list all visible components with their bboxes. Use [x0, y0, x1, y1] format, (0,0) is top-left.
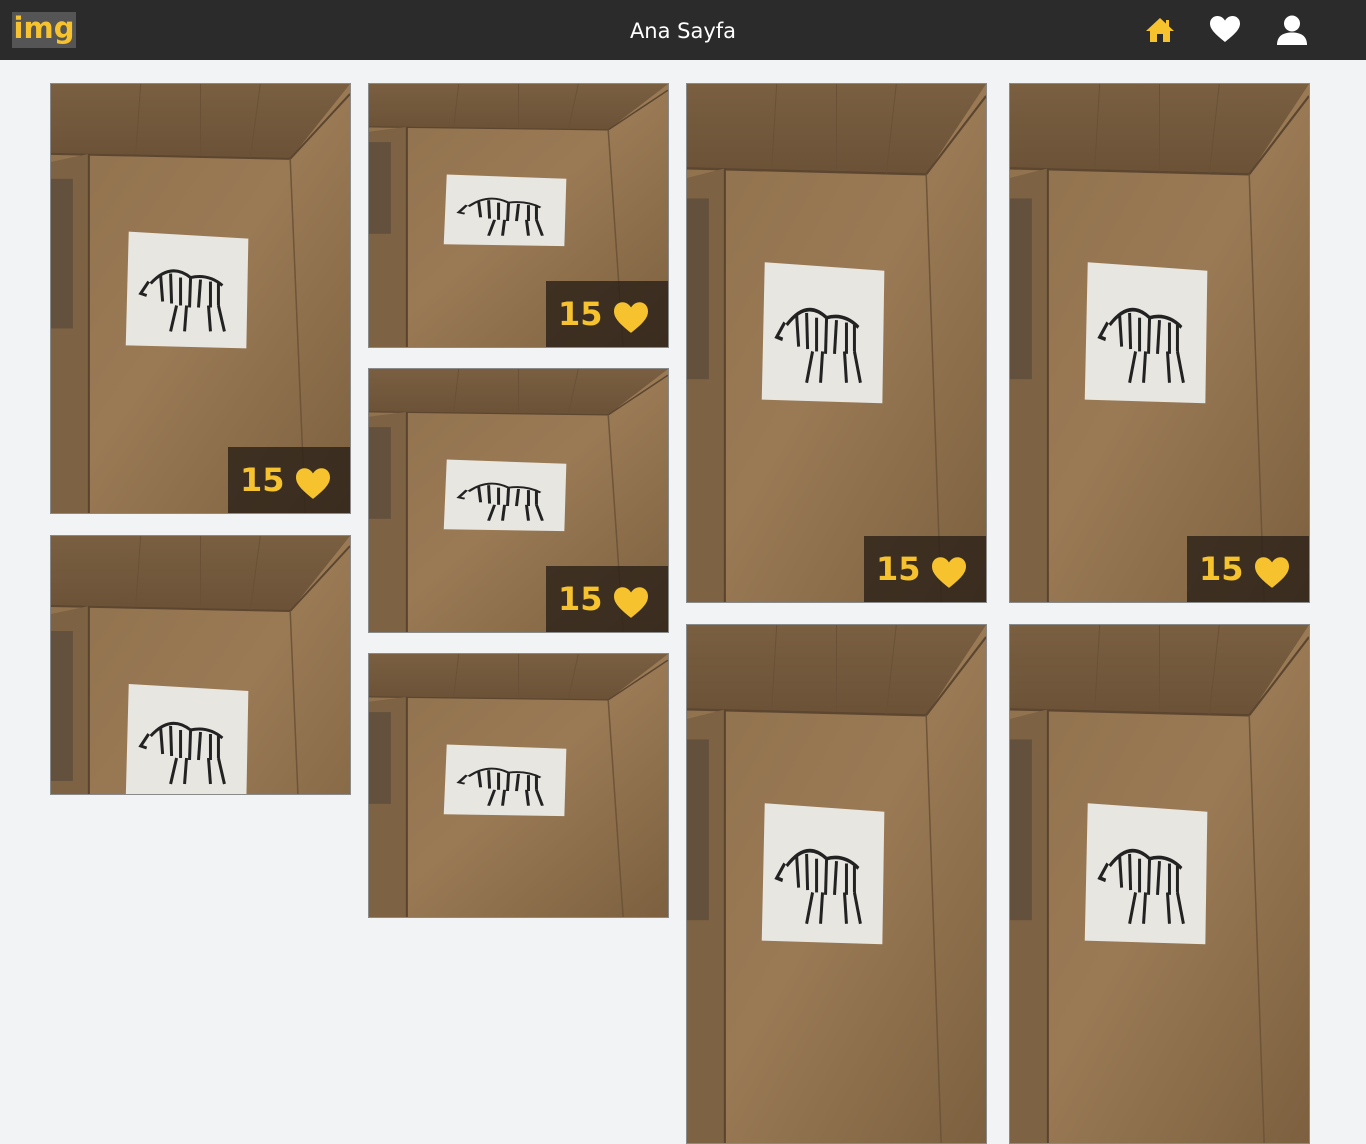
gallery-card[interactable]: 15	[686, 83, 987, 603]
gallery-card[interactable]	[50, 535, 351, 795]
gallery-photo	[687, 84, 986, 602]
gallery-photo	[1010, 625, 1309, 1143]
like-count: 15	[240, 461, 285, 499]
like-badge[interactable]: 15	[1187, 536, 1309, 602]
gallery-photo	[1010, 84, 1309, 602]
heart-icon	[614, 302, 648, 333]
gallery-photo	[687, 625, 986, 1143]
heart-icon	[614, 587, 648, 618]
home-icon[interactable]	[1144, 14, 1176, 46]
heart-icon	[296, 468, 330, 499]
gallery-card[interactable]: 15	[368, 83, 669, 348]
heart-icon	[1255, 557, 1289, 588]
like-count: 15	[1199, 550, 1244, 588]
like-count: 15	[558, 580, 603, 618]
like-badge[interactable]: 15	[864, 536, 986, 602]
like-count: 15	[876, 550, 921, 588]
app-logo[interactable]: img	[12, 12, 76, 48]
gallery-photo	[51, 536, 350, 794]
like-badge[interactable]: 15	[546, 566, 668, 632]
gallery-card[interactable]	[368, 653, 669, 918]
top-bar: img Ana Sayfa	[0, 0, 1366, 60]
like-badge[interactable]: 15	[546, 281, 668, 347]
gallery-card[interactable]	[686, 624, 987, 1144]
like-badge[interactable]: 15	[228, 447, 350, 513]
like-count: 15	[558, 295, 603, 333]
gallery-photo	[369, 654, 668, 917]
heart-icon	[932, 557, 966, 588]
user-icon[interactable]	[1276, 14, 1308, 46]
gallery-card[interactable]: 15	[368, 368, 669, 633]
gallery-card[interactable]: 15	[50, 83, 351, 514]
gallery-card[interactable]	[1009, 624, 1310, 1144]
heart-icon[interactable]	[1209, 14, 1241, 46]
gallery-card[interactable]: 15	[1009, 83, 1310, 603]
